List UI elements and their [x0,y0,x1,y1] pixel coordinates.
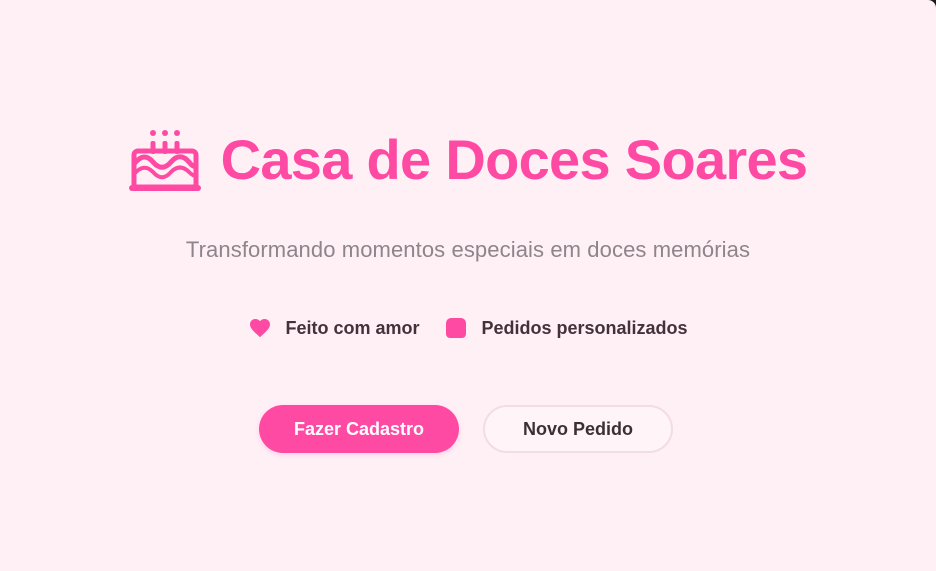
feature-list: Feito com amor Pedidos personalizados [0,316,936,340]
custom-order-icon [446,318,467,338]
tagline: Transformando momentos especiais em doce… [185,237,751,262]
feature-item-custom-orders: Pedidos personalizados [444,316,688,340]
sign-up-button[interactable]: Fazer Cadastro [259,405,459,453]
feature-label: Pedidos personalizados [481,317,688,338]
birthday-cake-icon [128,130,201,191]
feature-label: Feito com amor [285,317,420,338]
brand-header: Casa de Doces Soares [0,126,935,194]
heart-icon [250,319,271,338]
landing-page: Casa de Doces Soares Transformando momen… [0,0,936,571]
feature-item-made-with-love: Feito com amor [248,316,419,340]
page-title: Casa de Doces Soares [220,128,808,191]
new-order-button[interactable]: Novo Pedido [483,405,673,453]
